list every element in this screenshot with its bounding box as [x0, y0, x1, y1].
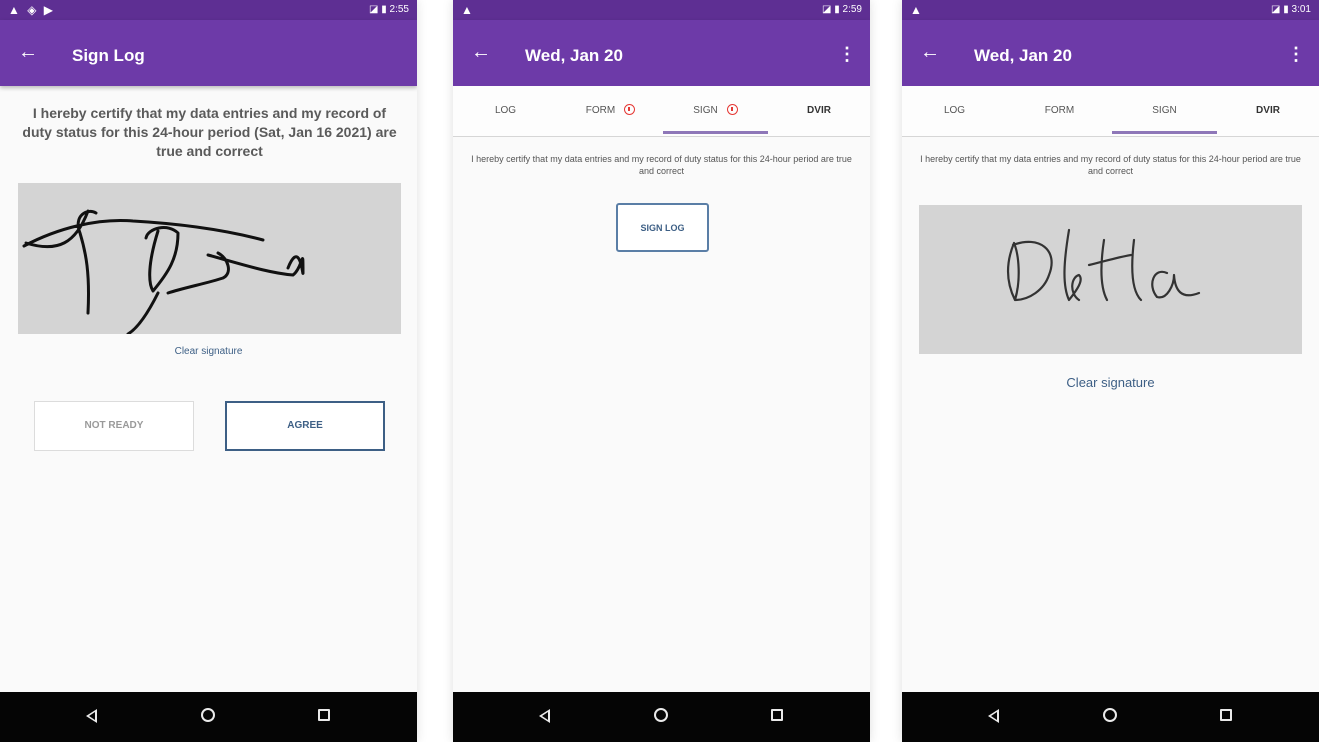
status-icons-left: ▲ [461, 3, 475, 17]
tab-dvir[interactable]: DVIR [768, 86, 870, 136]
nav-bar [453, 692, 870, 742]
tab-form[interactable]: FORM [558, 86, 663, 136]
nav-back-icon[interactable] [988, 709, 999, 723]
back-arrow-icon[interactable]: ← [18, 42, 38, 62]
tab-bar: LOG FORM SIGN DVIR [902, 86, 1319, 137]
tab-dvir[interactable]: DVIR [1217, 86, 1319, 136]
nav-back-icon[interactable] [86, 709, 97, 723]
tab-label: LOG [494, 105, 517, 116]
not-ready-button[interactable]: NOT READY [34, 401, 194, 451]
nav-home-icon[interactable] [1103, 708, 1117, 722]
signature-pad[interactable] [18, 183, 401, 334]
screen-day-sign-unsigned: ▲ ◪ ▮ 2:59 ← Wed, Jan 20 ⋮ LOG FORM SIGN… [453, 0, 870, 742]
nav-home-icon[interactable] [654, 708, 668, 722]
status-icons-right: ◪ ▮ 2:59 [822, 4, 862, 15]
status-bar: ▲ ◪ ▮ 3:01 [902, 0, 1319, 20]
status-icons-left: ▲ [910, 3, 924, 17]
tab-log[interactable]: LOG [902, 86, 1007, 136]
app-bar: ← Wed, Jan 20 ⋮ [902, 20, 1319, 86]
app-bar: ← Sign Log [0, 20, 417, 86]
certification-text: I hereby certify that my data entries an… [920, 154, 1301, 177]
clear-signature-link[interactable]: Clear signature [0, 346, 417, 357]
status-icons-right: ◪ ▮ 3:01 [1271, 4, 1311, 15]
tab-label: SIGN [693, 105, 718, 116]
nav-recent-apps-icon[interactable] [1220, 709, 1232, 721]
page-title: Sign Log [72, 46, 145, 65]
nav-bar [0, 692, 417, 742]
page-title: Wed, Jan 20 [525, 46, 623, 65]
back-arrow-icon[interactable]: ← [920, 42, 940, 62]
nav-back-icon[interactable] [539, 709, 550, 723]
status-bar: ▲ ◪ ▮ 2:59 [453, 0, 870, 20]
overflow-menu-icon[interactable]: ⋮ [838, 44, 856, 64]
back-arrow-icon[interactable]: ← [471, 42, 491, 62]
tab-label: DVIR [807, 105, 831, 116]
certification-text: I hereby certify that my data entries an… [471, 154, 852, 177]
screen-day-sign-signed: ▲ ◪ ▮ 3:01 ← Wed, Jan 20 ⋮ LOG FORM SIGN… [902, 0, 1319, 742]
certification-text: I hereby certify that my data entries an… [22, 105, 397, 159]
signature-drawing [1007, 228, 1201, 302]
tab-log[interactable]: LOG [453, 86, 558, 136]
tab-label: FORM [1044, 105, 1075, 116]
tab-bar: LOG FORM SIGN DVIR [453, 86, 870, 137]
tab-label: DVIR [1256, 105, 1280, 116]
app-bar: ← Wed, Jan 20 ⋮ [453, 20, 870, 86]
nav-bar [902, 692, 1319, 742]
alert-icon [624, 103, 636, 115]
tab-label: SIGN [1152, 105, 1177, 116]
signature-drawing [22, 209, 305, 334]
status-icons-right: ◪ ▮ 2:55 [369, 4, 409, 15]
tab-sign[interactable]: SIGN [1112, 86, 1217, 136]
overflow-menu-icon[interactable]: ⋮ [1287, 44, 1305, 64]
tab-label: LOG [943, 105, 966, 116]
nav-recent-apps-icon[interactable] [771, 709, 783, 721]
clear-signature-link[interactable]: Clear signature [902, 375, 1319, 390]
sign-log-button[interactable]: SIGN LOG [616, 203, 709, 252]
tab-form[interactable]: FORM [1007, 86, 1112, 136]
signature-pad[interactable] [919, 205, 1302, 354]
status-bar: ▲ ◈ ▶ ◪ ▮ 2:55 [0, 0, 417, 20]
status-icons-left: ▲ ◈ ▶ [8, 3, 56, 17]
page-title: Wed, Jan 20 [974, 46, 1072, 65]
tab-sign[interactable]: SIGN [663, 86, 768, 136]
tab-label: FORM [585, 105, 616, 116]
alert-icon [726, 103, 738, 115]
nav-home-icon[interactable] [201, 708, 215, 722]
agree-button[interactable]: AGREE [225, 401, 385, 451]
nav-recent-apps-icon[interactable] [318, 709, 330, 721]
screen-sign-log: ▲ ◈ ▶ ◪ ▮ 2:55 ← Sign Log I hereby certi… [0, 0, 417, 742]
